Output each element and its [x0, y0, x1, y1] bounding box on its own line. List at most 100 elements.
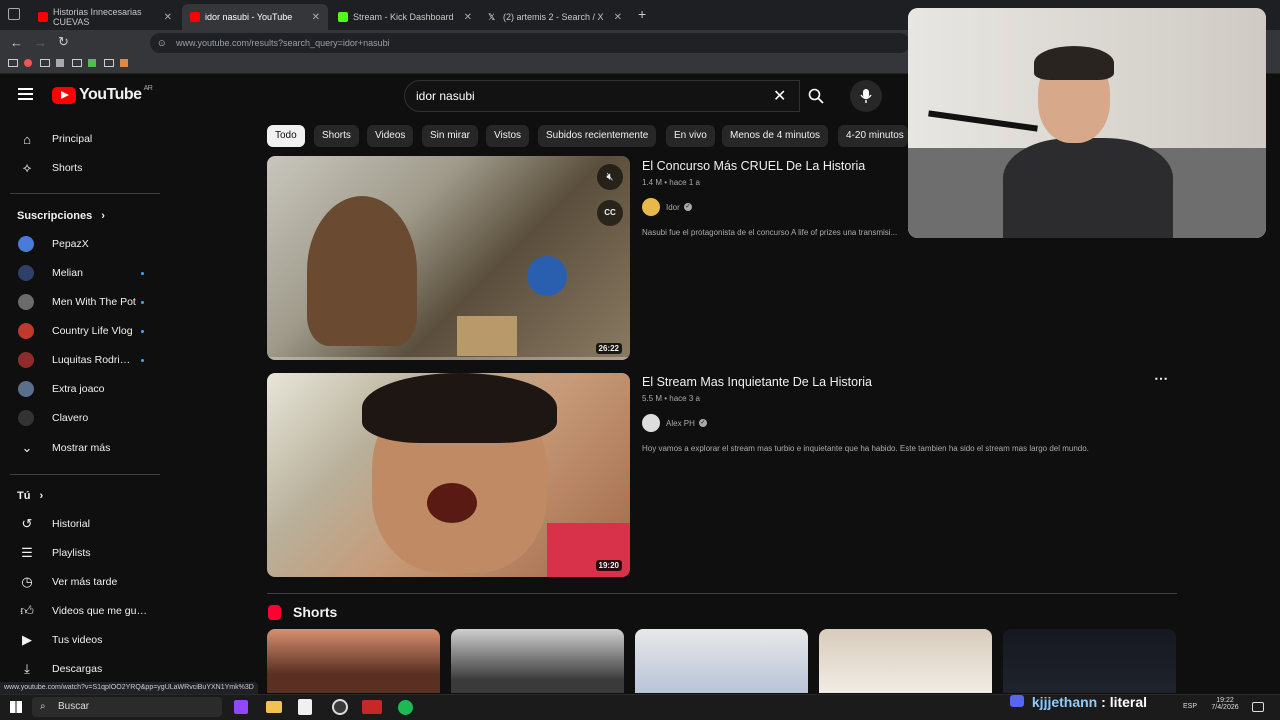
chip-shorts[interactable]: Shorts	[314, 125, 359, 147]
avatar	[18, 410, 34, 426]
chip-todo[interactable]: Todo	[267, 125, 305, 147]
avatar	[18, 236, 34, 252]
sidebar-item-subscription[interactable]: PepazX	[0, 230, 160, 258]
spotify-icon[interactable]	[398, 700, 413, 715]
channel-link[interactable]: Idor ✓	[642, 198, 692, 216]
reload-icon[interactable]: ↻	[58, 34, 69, 50]
short-thumbnail[interactable]	[819, 629, 992, 693]
video-title[interactable]: El Stream Mas Inquietante De La Historia	[642, 375, 872, 389]
channel-link[interactable]: Alex PH ✓	[642, 414, 707, 432]
chip-4-20-minutos[interactable]: 4-20 minutos	[838, 125, 908, 147]
close-icon[interactable]: ✕	[614, 12, 622, 23]
chip-en-vivo[interactable]: En vivo	[666, 125, 715, 147]
browser-tab[interactable]: Historias Innecesarias CUEVAS ✕	[30, 4, 180, 30]
verified-icon: ✓	[683, 203, 692, 211]
close-icon[interactable]: ✕	[164, 12, 172, 23]
sidebar-item-subscription[interactable]: Luquitas Rodriguez	[0, 346, 160, 374]
search-button[interactable]	[798, 80, 834, 112]
shorts-heading: Shorts	[293, 604, 338, 620]
sidebar-item-liked[interactable]: 👍︎ Videos que me gustaron	[0, 597, 160, 625]
browser-tab-active[interactable]: idor nasubi - YouTube ✕	[182, 4, 328, 30]
youtube-logo[interactable]: YouTube AR	[52, 84, 153, 104]
mute-button[interactable]: 🔇︎	[597, 164, 623, 190]
sidebar-item-subscription[interactable]: Clavero	[0, 404, 160, 432]
back-icon[interactable]: ←	[10, 35, 23, 50]
captions-button[interactable]: CC	[597, 200, 623, 226]
bookmark-icon[interactable]	[88, 59, 96, 67]
sidebar-item-subscription[interactable]: Extra joaco	[0, 375, 160, 403]
sidebar-item-shorts[interactable]: ⟡ Shorts	[0, 154, 160, 182]
sidebar-item-label: Principal	[52, 133, 93, 145]
short-thumbnail[interactable]	[635, 629, 808, 693]
sidebar-item-playlists[interactable]: ☰ Playlists	[0, 539, 160, 567]
chip-menos-4-minutos[interactable]: Menos de 4 minutos	[722, 125, 829, 147]
show-more-button[interactable]: ⌄ Mostrar más	[0, 434, 160, 462]
forward-icon[interactable]: →	[34, 35, 47, 50]
video-thumbnail[interactable]: 🔇︎ CC 26:22	[267, 156, 630, 360]
subscriptions-heading[interactable]: Suscripciones ›	[17, 210, 105, 222]
avatar	[18, 381, 34, 397]
notification-icon[interactable]	[1252, 702, 1264, 712]
voicemeeter-icon[interactable]	[362, 700, 382, 714]
x-favicon-icon: 𝕏	[488, 12, 496, 22]
taskbar-search[interactable]: ⌕ Buscar	[32, 697, 222, 717]
twitch-icon[interactable]	[234, 700, 248, 714]
region-code: AR	[143, 84, 153, 92]
menu-icon[interactable]	[18, 88, 33, 100]
sidebar-item-subscription[interactable]: Country Life Vlog	[0, 317, 160, 345]
obs-icon[interactable]	[332, 699, 348, 715]
folder-icon[interactable]	[104, 59, 114, 67]
sidebar-item-your-videos[interactable]: ▶ Tus videos	[0, 626, 160, 654]
browser-tab[interactable]: Stream - Kick Dashboard ✕	[330, 4, 480, 30]
video-thumbnail[interactable]: 19:20	[267, 373, 630, 577]
thumbnail-mouth	[427, 483, 477, 523]
sidebar-item-label: Videos que me gustaron	[52, 605, 148, 617]
video-title[interactable]: El Concurso Más CRUEL De La Historia	[642, 159, 865, 173]
clock-time: 19:22	[1216, 697, 1234, 704]
chat-username: kjjjethann	[1031, 694, 1098, 710]
sidebar-item-subscription[interactable]: Men With The Pot	[0, 288, 160, 316]
sidebar-item-principal[interactable]: ⌂ Principal	[0, 125, 160, 153]
short-thumbnail[interactable]	[451, 629, 624, 693]
short-thumbnail[interactable]	[267, 629, 440, 693]
bookmark-icon[interactable]	[56, 59, 64, 67]
voice-search-button[interactable]	[850, 80, 882, 112]
url-field[interactable]: ⊙ www.youtube.com/results?search_query=i…	[150, 33, 910, 53]
subscriptions-heading-text: Suscripciones	[17, 210, 93, 222]
language-indicator[interactable]: ESP	[1183, 703, 1197, 710]
thumbnail-globe	[527, 256, 567, 296]
close-icon[interactable]: ✕	[464, 12, 472, 23]
sidebar-item-history[interactable]: ↺ Historial	[0, 510, 160, 538]
clear-search-icon[interactable]: ✕	[773, 86, 786, 106]
folder-icon[interactable]	[72, 59, 82, 67]
youtube-play-icon	[52, 86, 76, 104]
search-input[interactable]: idor nasubi	[404, 80, 800, 112]
short-thumbnail[interactable]	[1003, 629, 1176, 693]
close-icon[interactable]: ✕	[312, 12, 320, 23]
sidebar-item-watch-later[interactable]: ◷ Ver más tarde	[0, 568, 160, 596]
folder-icon[interactable]	[8, 59, 18, 67]
windows-start-icon[interactable]	[10, 701, 22, 713]
folder-icon[interactable]	[40, 59, 50, 67]
sidebar-item-label: Clavero	[52, 412, 89, 424]
you-heading[interactable]: Tú ›	[17, 490, 43, 502]
bookmark-icon[interactable]	[24, 59, 32, 67]
chip-subidos-recientemente[interactable]: Subidos recientemente	[538, 125, 657, 147]
clock[interactable]: 19:22 7/4/2026	[1205, 697, 1245, 711]
shorts-icon: ⟡	[22, 160, 32, 175]
site-info-icon[interactable]: ⊙	[158, 33, 166, 53]
tab-search-icon[interactable]	[8, 8, 20, 20]
new-tab-button[interactable]: +	[638, 6, 646, 22]
progress-bar[interactable]	[267, 357, 630, 360]
sidebar-item-downloads[interactable]: ⤓ Descargas	[0, 655, 160, 683]
sidebar-item-label: PepazX	[52, 238, 89, 250]
chip-videos[interactable]: Videos	[367, 125, 414, 147]
chip-sin-mirar[interactable]: Sin mirar	[422, 125, 479, 147]
notepad-icon[interactable]	[298, 699, 312, 715]
file-explorer-icon[interactable]	[266, 701, 282, 713]
browser-tab[interactable]: 𝕏 (2) artemis 2 - Search / X ✕	[480, 4, 630, 30]
more-options-icon[interactable]: ⋯	[1154, 370, 1168, 387]
bookmark-icon[interactable]	[120, 59, 128, 67]
sidebar-item-subscription[interactable]: Melian	[0, 259, 160, 287]
chip-vistos[interactable]: Vistos	[486, 125, 530, 147]
